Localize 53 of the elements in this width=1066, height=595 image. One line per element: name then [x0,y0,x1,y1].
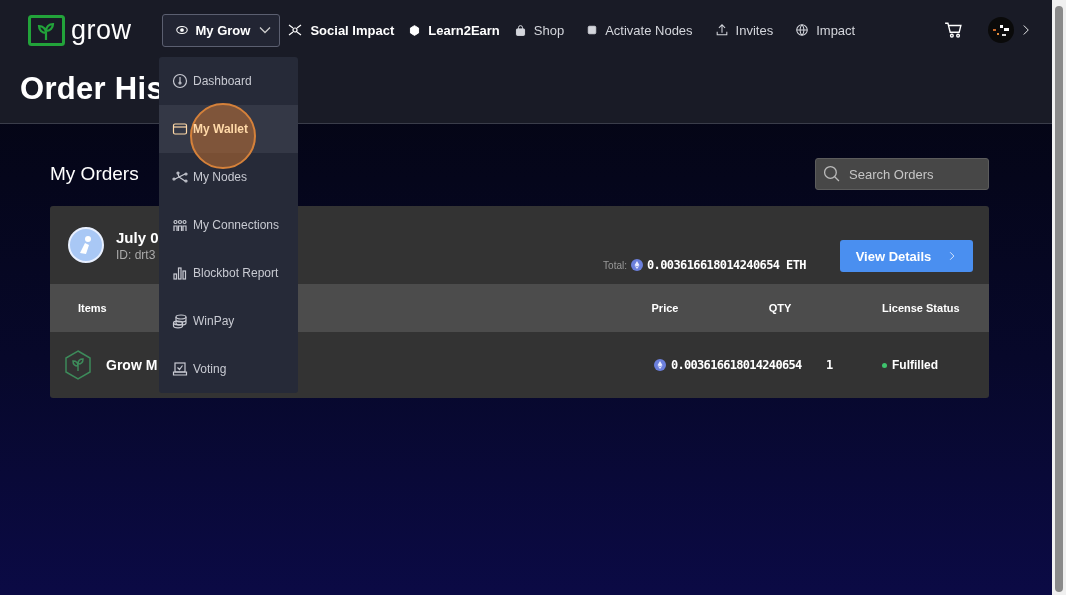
total-amount: 0.003616618014240654 ETH [647,258,806,272]
nav-item[interactable]: Learn2Earn [407,13,513,47]
gauge-icon [172,73,188,89]
ethereum-icon [654,359,666,371]
globe-icon [795,23,810,37]
menu-item[interactable]: WinPay [159,297,298,345]
cube-icon [408,23,422,37]
column-header: Price [650,302,680,314]
upload-icon [714,23,729,37]
network-icon [287,22,304,38]
price-cell: 0.003616618014240654 [671,358,802,372]
column-header: QTY [767,302,793,314]
leaf-hexagon-icon [64,350,92,380]
chevron-down-icon [259,26,272,34]
nav-item[interactable]: My Grow [161,13,281,47]
bag-icon [513,23,527,37]
qty-cell: 1 [826,358,833,372]
order-date: July 0 [116,228,159,246]
order-id: ID: drt3 [116,247,157,262]
status-cell: Fulfilled [892,358,938,372]
menu-item[interactable]: Voting [159,345,298,393]
nav-item[interactable]: Social Impact [286,13,408,47]
column-header: License Status [881,302,961,314]
ethereum-icon [631,259,643,271]
ballot-icon [172,361,188,377]
wallet-icon [172,121,188,137]
nav-item[interactable]: Activate Nodes [585,13,714,47]
cart-icon [944,21,962,39]
search-icon [823,165,840,182]
search-field[interactable]: Search Orders [815,158,989,190]
total-label: Total: [603,259,627,271]
coins-icon [172,313,188,329]
menu-item[interactable]: Blockbot Report [159,249,298,297]
chip-icon [586,24,599,36]
section-title: My Orders [50,163,139,185]
avatar[interactable] [988,17,1014,43]
menu-item[interactable]: My Wallet [159,105,298,153]
menu-item[interactable]: My Nodes [159,153,298,201]
item-name: Grow M [106,357,158,373]
nodes-icon [172,169,188,185]
people-icon [172,217,188,233]
nav-item[interactable]: Shop [512,13,586,47]
scrollbar[interactable] [1052,0,1066,595]
bar-chart-icon [172,265,188,281]
eye-icon [174,23,189,37]
brand-name[interactable]: grow [71,14,132,46]
menu-item[interactable]: My Connections [159,201,298,249]
order-avatar-icon [68,227,104,263]
logo-icon [28,14,65,46]
menu-item[interactable]: Dashboard [159,57,298,105]
nav-item[interactable]: Invites [713,13,795,47]
column-header: Items [77,302,108,314]
nav-item[interactable]: Impact [794,13,877,47]
